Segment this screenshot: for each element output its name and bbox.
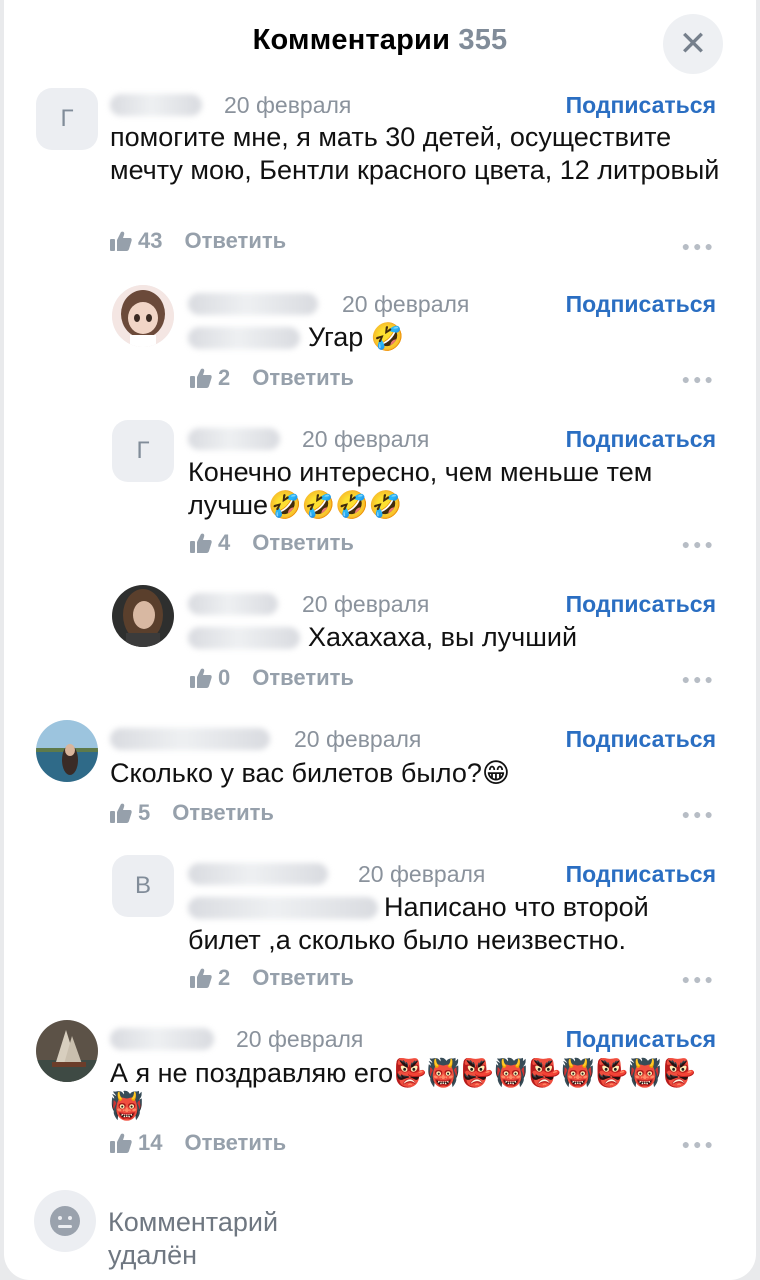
comment-date: 20 февраля — [342, 291, 470, 317]
like-icon[interactable] — [110, 1133, 132, 1159]
deleted-comment-text: Комментарий удалён — [108, 1207, 279, 1270]
comment: В 20 февраля Подписаться Написано что вт… — [4, 855, 756, 995]
comment-text: Конечно интересно, чем меньше тем лучше🤣… — [188, 457, 653, 520]
comment-date: 20 февраля — [236, 1026, 364, 1052]
comment-date: 20 февраля — [302, 591, 430, 617]
avatar[interactable]: Г — [112, 420, 174, 482]
comments-sheet: Комментарии 355 ✕ Г 20 февраля Подписать… — [4, 0, 756, 1280]
like-count: 4 — [218, 530, 231, 555]
subscribe-button[interactable]: Подписаться — [566, 726, 716, 753]
reply-button[interactable]: Ответить — [252, 530, 354, 555]
author-name-blurred[interactable] — [110, 94, 202, 116]
comment-actions: 0 Ответить — [190, 665, 354, 694]
comment-date: 20 февраля — [294, 726, 422, 752]
comment-text: Хахахаха, вы лучший — [308, 622, 578, 652]
comment-actions: 14 Ответить — [110, 1130, 286, 1159]
comment-date: 20 февраля — [302, 426, 430, 452]
comment-actions: 5 Ответить — [110, 800, 274, 829]
like-count: 2 — [218, 365, 231, 390]
subscribe-button[interactable]: Подписаться — [566, 591, 716, 618]
author-name-blurred[interactable] — [188, 863, 328, 885]
face-icon — [34, 1190, 96, 1252]
like-count: 2 — [218, 965, 231, 990]
author-name-blurred[interactable] — [110, 728, 270, 750]
comment-text: Сколько у вас билетов было?😁 — [110, 758, 511, 788]
more-icon[interactable]: ●●● — [682, 971, 716, 987]
comments-count: 355 — [458, 24, 508, 56]
more-icon[interactable]: ●●● — [682, 536, 716, 552]
author-name-blurred[interactable] — [188, 428, 280, 450]
comment-text: помогите мне, я мать 30 детей, осуществи… — [110, 122, 720, 185]
comment: Г 20 февраля Подписаться Конечно интерес… — [4, 420, 756, 560]
like-icon[interactable] — [110, 803, 132, 829]
more-icon[interactable]: ●●● — [682, 671, 716, 687]
header: Комментарии 355 ✕ — [4, 0, 756, 90]
comment-date: 20 февраля — [358, 861, 486, 887]
more-icon[interactable]: ●●● — [682, 371, 716, 387]
like-count: 5 — [138, 800, 151, 825]
comment: 20 февраля Подписаться Сколько у вас бил… — [4, 720, 756, 830]
reply-button[interactable]: Ответить — [252, 665, 354, 690]
author-name-blurred[interactable] — [188, 593, 278, 615]
subscribe-button[interactable]: Подписаться — [566, 426, 716, 453]
avatar[interactable]: Г — [36, 88, 98, 150]
comment-actions: 4 Ответить — [190, 530, 354, 559]
reply-to-blurred[interactable] — [188, 327, 300, 349]
subscribe-button[interactable]: Подписаться — [566, 92, 716, 119]
close-icon[interactable]: ✕ — [663, 14, 723, 74]
subscribe-button[interactable]: Подписаться — [566, 1026, 716, 1053]
like-icon[interactable] — [190, 668, 212, 694]
avatar[interactable]: В — [112, 855, 174, 917]
comment: 20 февраля Подписаться Хахахаха, вы лучш… — [4, 585, 756, 705]
like-icon[interactable] — [190, 368, 212, 394]
like-icon[interactable] — [110, 231, 132, 257]
comment-actions: 43 Ответить — [110, 228, 286, 257]
comment-text: Написано что второй билет ,а сколько был… — [188, 892, 649, 955]
reply-button[interactable]: Ответить — [184, 1130, 286, 1155]
like-count: 0 — [218, 665, 231, 690]
comment-date: 20 февраля — [224, 92, 352, 118]
title-label: Комментарии — [252, 24, 451, 56]
subscribe-button[interactable]: Подписаться — [566, 861, 716, 888]
comment-text: А я не поздравляю его👺👹👺👹👺👹👺👹👺👹 — [110, 1058, 696, 1121]
comment: 20 февраля Подписаться А я не поздравляю… — [4, 1020, 756, 1160]
more-icon[interactable]: ●●● — [682, 238, 716, 254]
reply-button[interactable]: Ответить — [252, 365, 354, 390]
comment-actions: 2 Ответить — [190, 965, 354, 994]
reply-button[interactable]: Ответить — [252, 965, 354, 990]
like-count: 14 — [138, 1130, 163, 1155]
avatar[interactable] — [36, 1020, 98, 1082]
more-icon[interactable]: ●●● — [682, 1136, 716, 1152]
page-title: Комментарии 355 — [4, 24, 756, 57]
like-icon[interactable] — [190, 968, 212, 994]
avatar[interactable] — [112, 285, 174, 347]
reply-button[interactable]: Ответить — [184, 228, 286, 253]
more-icon[interactable]: ●●● — [682, 806, 716, 822]
reply-to-blurred[interactable] — [188, 627, 300, 649]
author-name-blurred[interactable] — [188, 293, 318, 315]
avatar[interactable] — [36, 720, 98, 782]
subscribe-button[interactable]: Подписаться — [566, 291, 716, 318]
avatar[interactable] — [112, 585, 174, 647]
comment: Г 20 февраля Подписаться помогите мне, я… — [4, 88, 756, 268]
like-count: 43 — [138, 228, 163, 253]
author-name-blurred[interactable] — [110, 1028, 214, 1050]
comment: 20 февраля Подписаться Угар 🤣 2 Ответить … — [4, 285, 756, 405]
reply-button[interactable]: Ответить — [172, 800, 274, 825]
comment-actions: 2 Ответить — [190, 365, 354, 394]
comment-text: Угар 🤣 — [308, 322, 405, 352]
like-icon[interactable] — [190, 533, 212, 559]
